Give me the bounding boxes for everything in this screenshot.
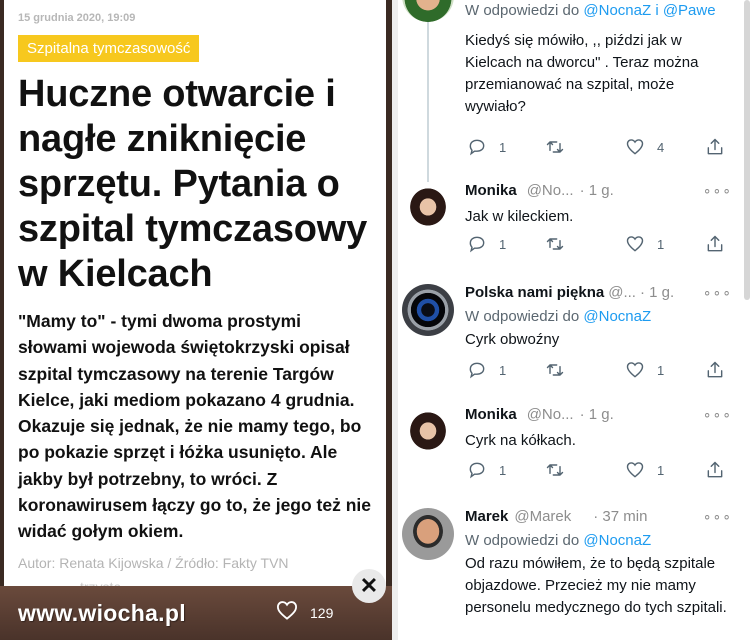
more-options-icon[interactable]: ∘∘∘ <box>703 0 732 5</box>
share-icon <box>707 138 723 155</box>
like-button[interactable]: 1 <box>625 234 664 254</box>
tweet-thread[interactable]: ∘∘∘ W odpowiedzi do @NocnaZ i @Pawe Kied… <box>398 0 750 640</box>
avatar[interactable] <box>402 284 454 336</box>
reply-mention-link[interactable]: @NocnaZ i @Pawe <box>583 2 715 19</box>
tweet-header: Monika @No... · 1 g. <box>465 182 736 202</box>
tweet-text: Jak w kileckiem. <box>465 208 574 225</box>
share-button[interactable] <box>705 234 725 254</box>
tweet[interactable]: Marek @Marek · 37 min ∘∘∘ W odpowiedzi d… <box>398 506 744 640</box>
reply-context: W odpowiedzi do @NocnaZ <box>465 308 736 325</box>
author-handle[interactable]: @No... <box>527 182 574 199</box>
scrollbar[interactable] <box>744 0 750 300</box>
avatar[interactable] <box>402 406 454 458</box>
reply-button[interactable]: 1 <box>467 137 506 157</box>
article-lead: "Mamy to" - tymi dwoma prostymi słowami … <box>18 311 371 542</box>
close-button[interactable]: ✕ <box>352 569 386 603</box>
like-button[interactable]: 129 <box>276 600 333 625</box>
reply-icon <box>469 462 485 479</box>
tweet-time[interactable]: · 1 g. <box>580 182 614 199</box>
retweet-icon <box>546 141 564 153</box>
like-button[interactable]: 1 <box>625 460 664 480</box>
tweet-header: Polska nami piękna @... · 1 g. <box>465 284 736 304</box>
reply-count: 1 <box>499 362 507 378</box>
reply-context: W odpowiedzi do @NocnaZ <box>465 532 736 549</box>
like-count: 1 <box>657 236 665 252</box>
like-icon <box>626 236 644 252</box>
reply-prefix: W odpowiedzi do <box>465 308 580 325</box>
tweet-text: Kiedyś się mówiło, ,, piździ jak w Kielc… <box>465 32 699 115</box>
reply-icon <box>469 236 485 253</box>
author-name[interactable]: Marek <box>465 508 508 525</box>
reply-count: 1 <box>499 462 507 478</box>
retweet-button[interactable] <box>545 460 565 480</box>
tweet-actions: 14 <box>465 137 725 161</box>
share-icon <box>707 461 723 478</box>
reply-icon <box>469 362 485 379</box>
share-button[interactable] <box>705 137 725 157</box>
tweet-header: Marek @Marek · 37 min <box>465 508 736 528</box>
article-date: 15 grudnia 2020, 19:09 <box>18 12 136 24</box>
tweet-time[interactable]: · 1 g. <box>640 284 674 301</box>
like-icon <box>626 462 644 478</box>
tweet-actions: 11 <box>465 360 725 384</box>
author-handle[interactable]: @Marek <box>514 508 571 525</box>
tweet-text: Cyrk na kółkach. <box>465 432 576 449</box>
author-name[interactable]: Polska nami piękna <box>465 284 604 301</box>
tweet-actions: 11 <box>465 234 725 258</box>
tweet-text: Od razu mówiłem, że to będą szpitale obj… <box>465 555 727 616</box>
like-button[interactable]: 1 <box>625 360 664 380</box>
tweet-text: Cyrk obwoźny <box>465 331 560 348</box>
author-handle[interactable]: @No... <box>527 406 574 423</box>
share-button[interactable] <box>705 360 725 380</box>
avatar[interactable] <box>402 508 454 560</box>
tweet-time[interactable]: · 1 g. <box>580 406 614 423</box>
like-count: 1 <box>657 362 665 378</box>
share-icon <box>707 361 723 378</box>
reply-prefix: W odpowiedzi do <box>465 532 580 549</box>
tweet-actions: 11 <box>465 460 725 484</box>
reply-button[interactable]: 1 <box>467 460 506 480</box>
more-options-icon[interactable]: ∘∘∘ <box>703 508 732 525</box>
more-options-icon[interactable]: ∘∘∘ <box>703 182 732 199</box>
share-icon <box>707 235 723 252</box>
like-count: 1 <box>657 462 665 478</box>
reply-context: W odpowiedzi do @NocnaZ i @Pawe <box>465 2 736 19</box>
reply-button[interactable]: 1 <box>467 234 506 254</box>
article-card: 15 grudnia 2020, 19:09 Szpitalna tymczas… <box>4 0 386 598</box>
avatar[interactable] <box>402 182 454 234</box>
like-count: 4 <box>657 139 665 155</box>
reply-button[interactable]: 1 <box>467 360 506 380</box>
article-byline: Autor: Renata Kijowska / Źródło: Fakty T… <box>18 554 289 571</box>
tweet-header: Monika @No... · 1 g. <box>465 406 736 426</box>
article-screenshot: 15 grudnia 2020, 19:09 Szpitalna tymczas… <box>0 0 392 640</box>
heart-icon <box>276 600 298 625</box>
reply-count: 1 <box>499 236 507 252</box>
retweet-icon <box>546 238 564 250</box>
author-handle[interactable]: @... <box>608 284 636 301</box>
reply-count: 1 <box>499 139 507 155</box>
article-headline: Huczne otwarcie i nagłe zniknięcie sprzę… <box>18 73 368 295</box>
site-watermark: www.wiocha.pl <box>18 600 186 626</box>
retweet-icon <box>546 364 564 376</box>
like-count: 129 <box>310 604 334 621</box>
share-button[interactable] <box>705 460 725 480</box>
reply-icon <box>469 139 485 156</box>
retweet-button[interactable] <box>545 234 565 254</box>
category-tag[interactable]: Szpitalna tymczasowość <box>18 35 200 62</box>
author-name[interactable]: Monika <box>465 182 517 199</box>
reply-mention-link[interactable]: @NocnaZ <box>583 308 651 325</box>
more-options-icon[interactable]: ∘∘∘ <box>703 284 732 301</box>
more-options-icon[interactable]: ∘∘∘ <box>703 406 732 423</box>
reply-prefix: W odpowiedzi do <box>465 2 580 19</box>
retweet-button[interactable] <box>545 360 565 380</box>
like-button[interactable]: 4 <box>625 137 664 157</box>
retweet-button[interactable] <box>545 137 565 157</box>
author-name[interactable]: Monika <box>465 406 517 423</box>
reply-mention-link[interactable]: @NocnaZ <box>583 532 651 549</box>
retweet-icon <box>546 464 564 476</box>
like-icon <box>626 139 644 155</box>
like-icon <box>626 362 644 378</box>
tweet-time[interactable]: · 37 min <box>593 508 647 525</box>
avatar[interactable] <box>402 0 454 22</box>
